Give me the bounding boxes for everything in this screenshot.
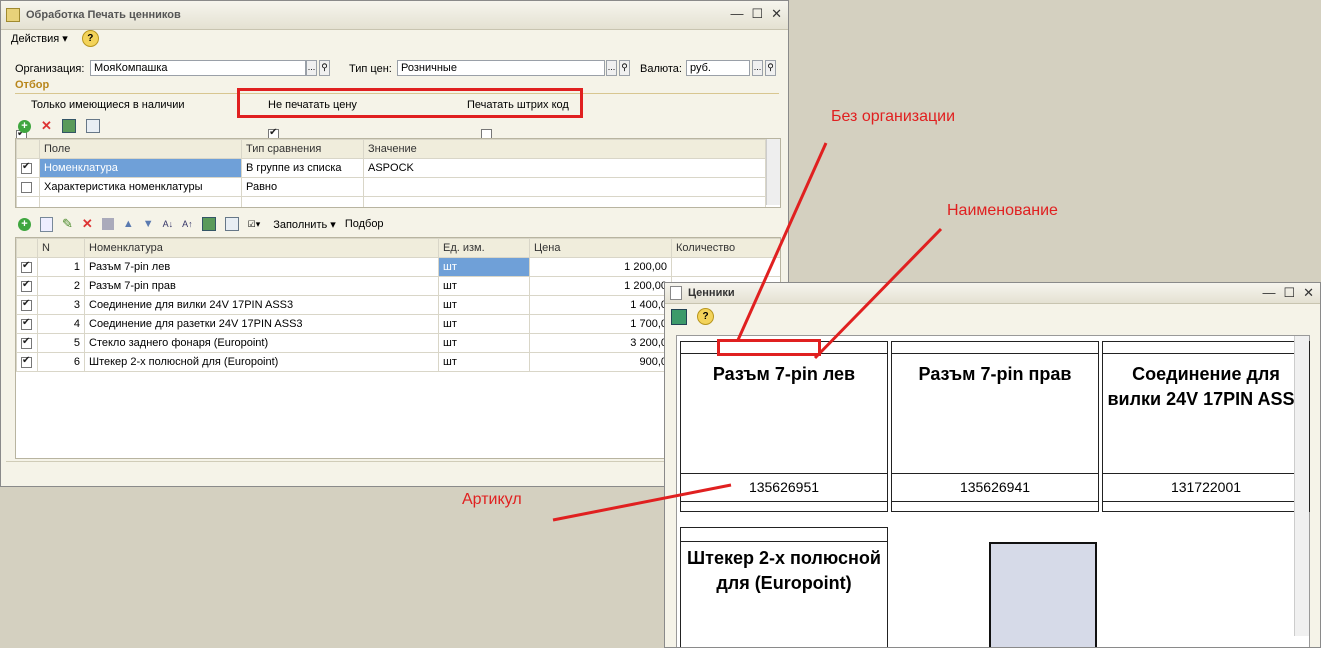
note-name: Наименование [947,202,1058,219]
arrow-no-org [736,142,828,341]
arrow-name [813,227,943,360]
arrow-article [552,483,732,522]
note-no-org: Без организации [831,108,956,125]
note-article: Артикул [462,491,522,508]
annotation-arrows [552,142,943,522]
